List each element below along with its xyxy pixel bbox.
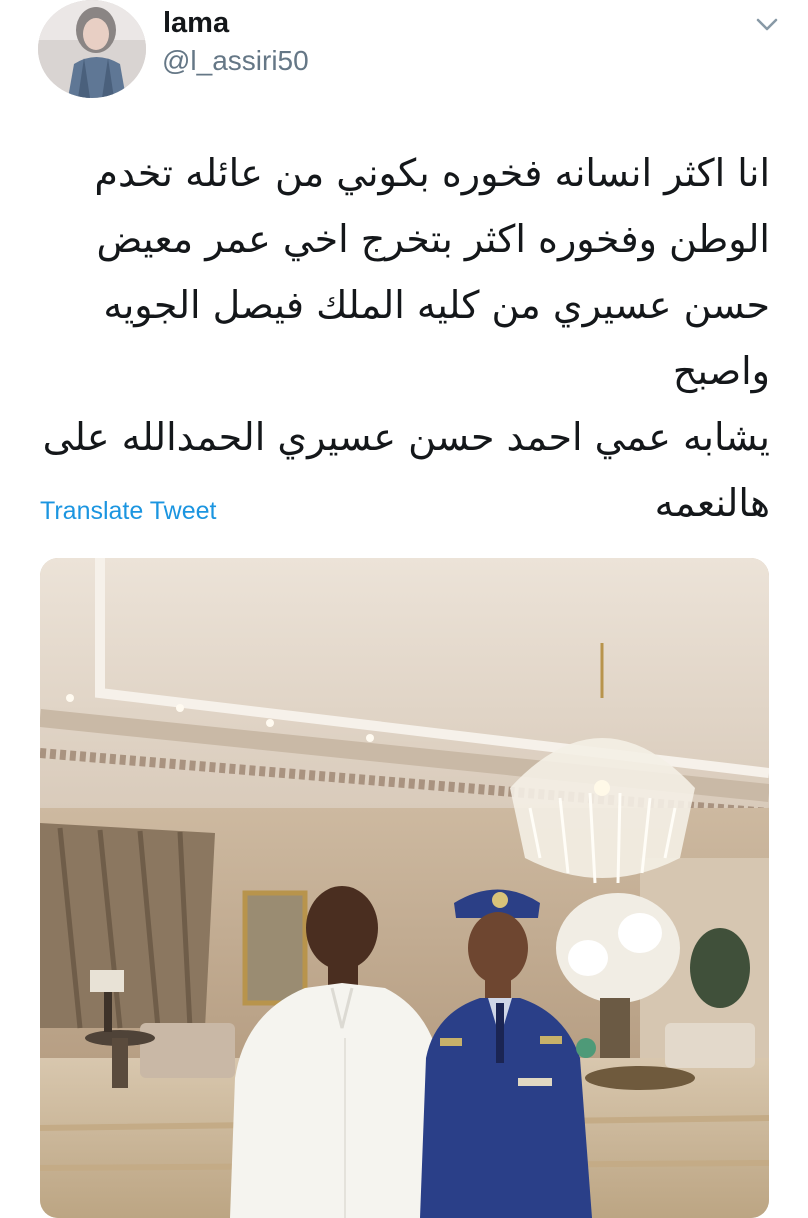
user-avatar-icon [38,0,146,98]
chevron-down-icon [756,18,778,31]
translate-tweet-link[interactable]: Translate Tweet [40,495,216,527]
user-avatar[interactable] [38,0,146,98]
user-handle[interactable]: @l_assiri50 [162,44,309,78]
photo-icon [40,558,769,1218]
tweet-photo[interactable] [40,558,769,1218]
display-name[interactable]: lama [163,6,229,40]
tweet-text: انا اكثر انسانه فخوره بكوني من عائله تخد… [42,151,770,525]
tweet-menu-button[interactable] [752,10,782,40]
